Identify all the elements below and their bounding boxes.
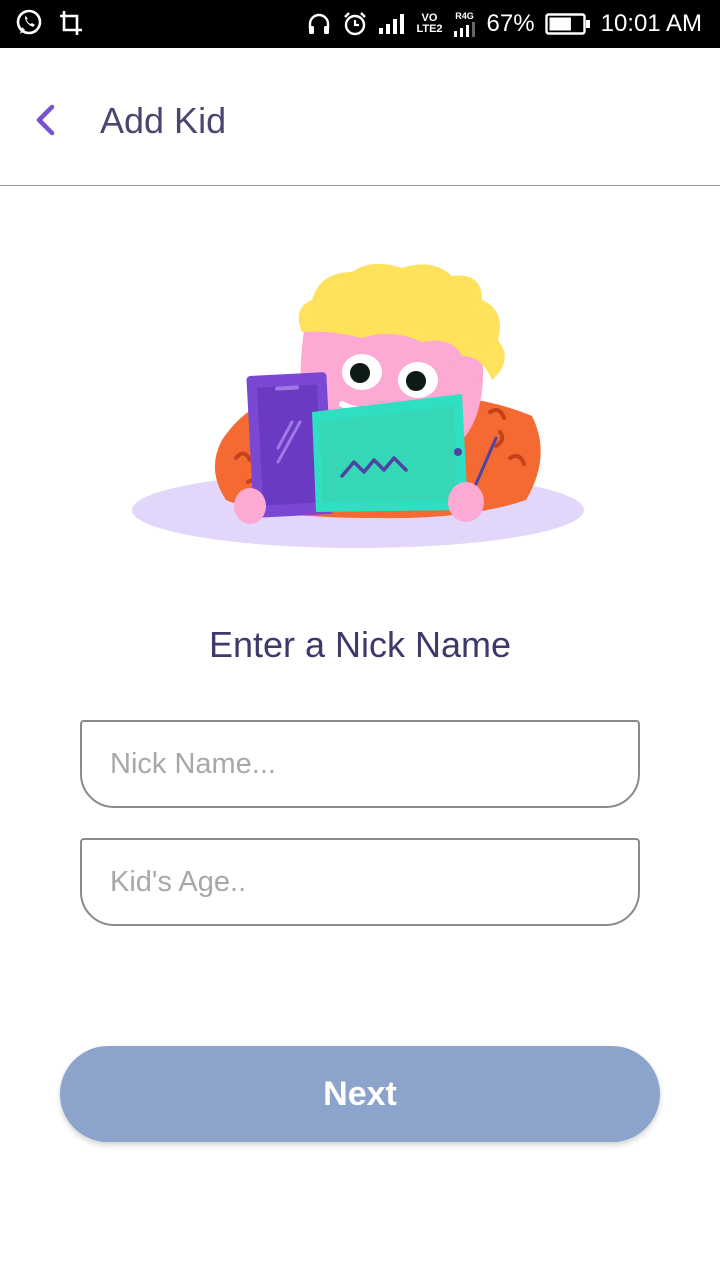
volte-badge: VO LTE2 [416,13,442,35]
battery-fill [549,17,571,31]
status-bar: VO LTE2 R4G 67% 10:01 AM [0,0,720,48]
alarm-icon [342,11,368,37]
nick-name-field[interactable] [80,720,640,808]
battery-percent: 67% [486,10,535,37]
signal-icon [378,13,406,35]
kid-with-tablets-illustration [130,262,590,554]
battery-icon [544,12,591,36]
whatsapp-icon [14,8,44,38]
status-bar-right: VO LTE2 R4G 67% 10:01 AM [306,0,702,48]
nick-name-input[interactable] [110,722,610,806]
next-button[interactable]: Next [60,1046,660,1142]
r4g-label: R4G [455,10,474,21]
chevron-left-icon [36,104,55,136]
kid-age-field[interactable] [80,838,640,926]
nick-name-heading: Enter a Nick Name [208,624,512,665]
headset-icon [306,11,332,37]
page-title: Add Kid [100,100,227,141]
r4g-signal-icon: R4G [453,10,477,37]
crop-icon [58,9,84,37]
app-bar: Add Kid [0,48,720,186]
clock: 10:01 AM [600,10,702,37]
status-bar-left [14,8,84,38]
kid-age-input[interactable] [110,840,610,924]
volte-bottom-label: LTE2 [416,23,443,35]
back-button[interactable] [22,96,70,144]
